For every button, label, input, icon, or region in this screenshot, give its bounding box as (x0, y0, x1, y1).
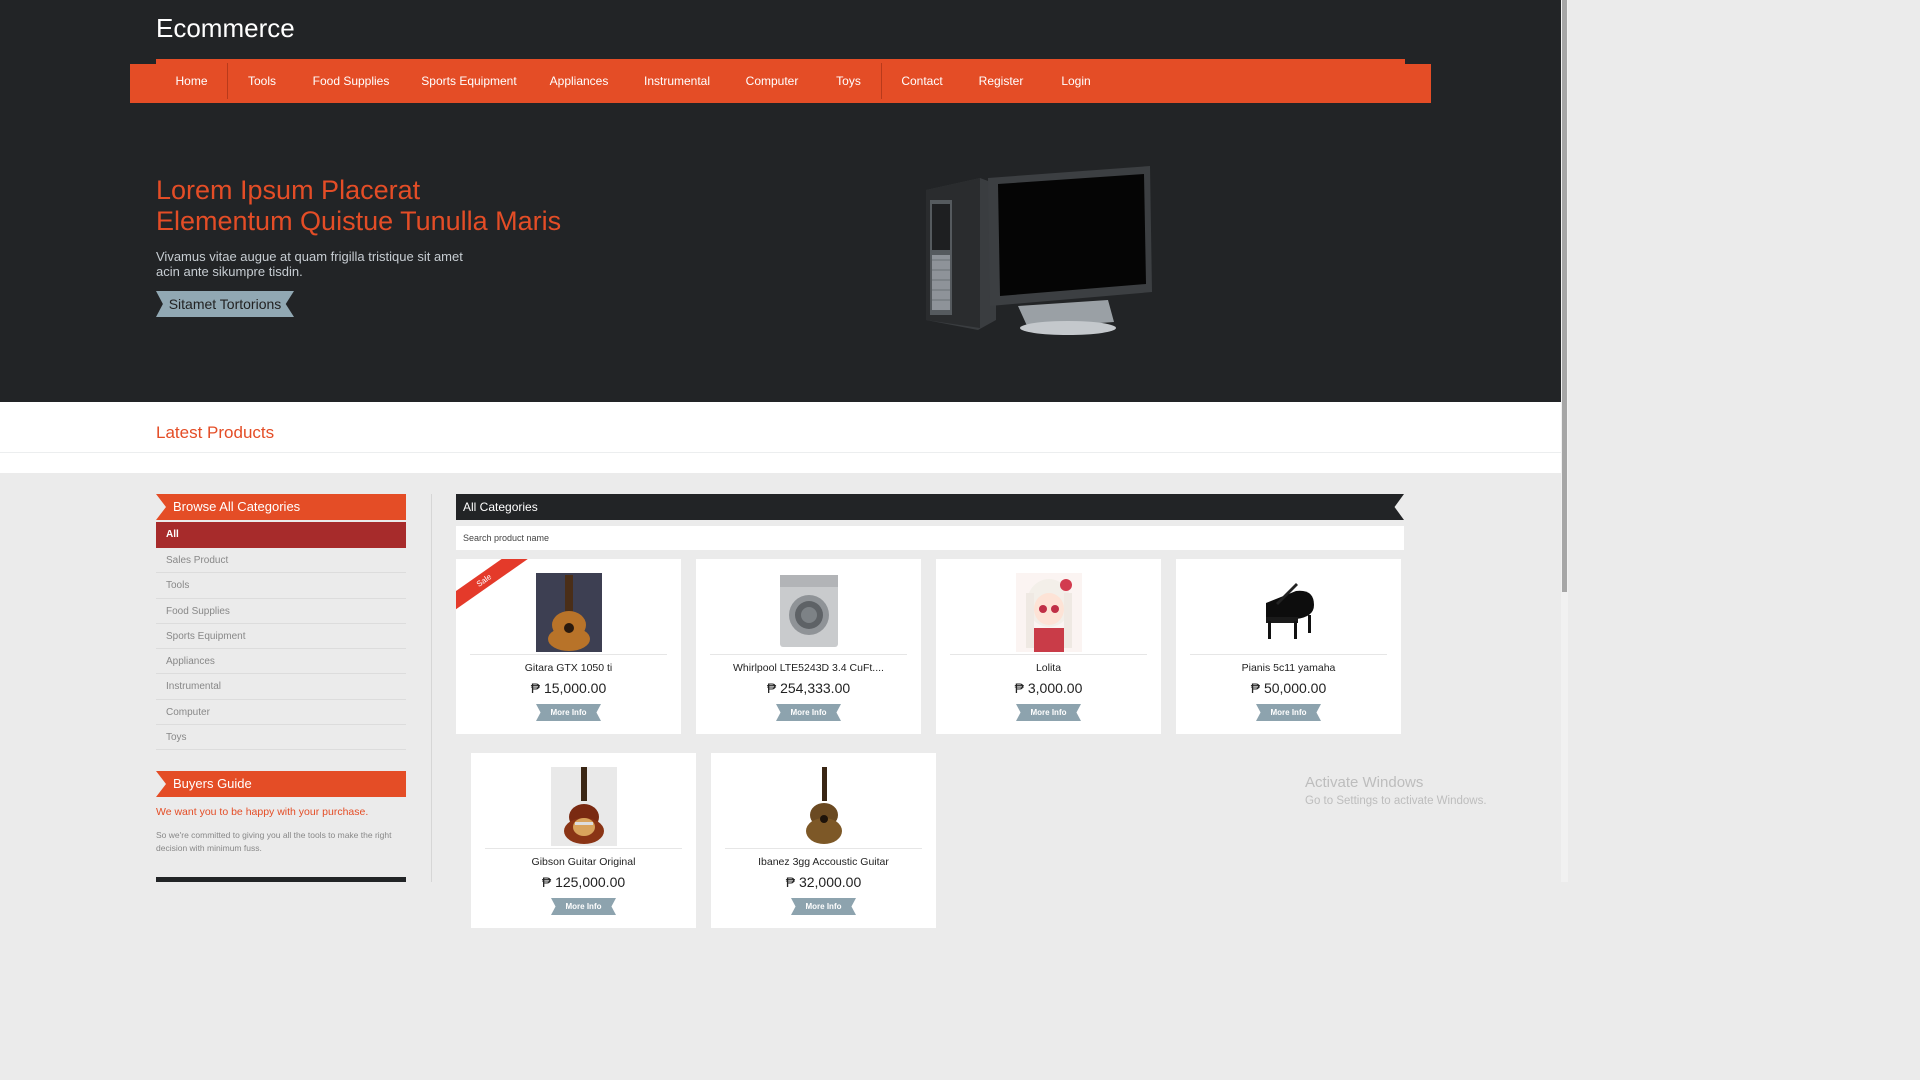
nav-login[interactable]: Login (1040, 63, 1112, 99)
nav-tab-left (130, 64, 156, 103)
nav-home[interactable]: Home (156, 63, 228, 99)
sidebar-bottom-block (156, 877, 406, 882)
more-info-button[interactable]: More Info (551, 898, 616, 915)
nav-sports-equipment[interactable]: Sports Equipment (406, 63, 532, 99)
product-name[interactable]: Gibson Guitar Original (479, 856, 688, 868)
site-logo[interactable]: Ecommerce (156, 13, 295, 44)
product-image[interactable] (1016, 573, 1082, 652)
nav-contact[interactable]: Contact (882, 63, 962, 99)
product-image[interactable] (536, 573, 602, 652)
category-item-sports-equipment[interactable]: Sports Equipment (156, 624, 406, 650)
buyers-guide-heading: Buyers Guide (156, 771, 406, 797)
watermark-line-1: Activate Windows (1305, 774, 1424, 791)
nav-computer[interactable]: Computer (728, 63, 816, 99)
product-card[interactable]: Whirlpool LTE5243D 3.4 CuFt.... ₱ 254,333… (696, 559, 921, 734)
windows-activation-watermark: Activate Windows Go to Settings to activ… (1305, 774, 1487, 807)
product-image[interactable] (791, 767, 857, 846)
more-info-button[interactable]: More Info (536, 704, 601, 721)
hero-subtitle: Vivamus vitae augue at quam frigilla tri… (156, 249, 496, 279)
nav-tools[interactable]: Tools (228, 63, 296, 99)
product-card[interactable]: Gibson Guitar Original ₱ 125,000.00 More I… (471, 753, 696, 928)
nav-appliances[interactable]: Appliances (532, 63, 626, 99)
product-name[interactable]: Whirlpool LTE5243D 3.4 CuFt.... (704, 662, 913, 674)
more-info-button[interactable]: More Info (791, 898, 856, 915)
product-price: ₱ 254,333.00 (766, 680, 851, 696)
hero-title-line-1: Lorem Ipsum Placerat (156, 175, 421, 205)
product-price: ₱ 3,000.00 (1014, 680, 1083, 696)
product-search-input[interactable] (456, 526, 1404, 550)
card-divider (950, 654, 1147, 655)
category-item-sales-product[interactable]: Sales Product (156, 548, 406, 574)
product-card[interactable]: Sale Gitara GTX 1050 ti ₱ 15,000.00 More In… (456, 559, 681, 734)
product-price: ₱ 15,000.00 (530, 680, 607, 696)
column-divider (431, 494, 432, 882)
product-name[interactable]: Pianis 5c11 yamaha (1184, 662, 1393, 674)
product-card[interactable]: Ibanez 3gg Accoustic Guitar ₱ 32,000.00 Mo… (711, 753, 936, 928)
category-item-computer[interactable]: Computer (156, 700, 406, 726)
nav-instrumental[interactable]: Instrumental (626, 63, 728, 99)
product-card[interactable]: Pianis 5c11 yamaha ₱ 50,000.00 More Info (1176, 559, 1401, 734)
category-item-toys[interactable]: Toys (156, 725, 406, 751)
product-image[interactable] (776, 573, 842, 652)
product-name[interactable]: Gitara GTX 1050 ti (464, 662, 673, 674)
more-info-button[interactable]: More Info (1256, 704, 1321, 721)
product-price: ₱ 125,000.00 (541, 874, 626, 890)
card-divider (710, 654, 907, 655)
desktop-computer-image (926, 166, 1152, 335)
latest-products-title: Latest Products (156, 423, 275, 442)
nav-toys[interactable]: Toys (816, 63, 882, 99)
category-item-food-supplies[interactable]: Food Supplies (156, 599, 406, 624)
product-card[interactable]: Lolita ₱ 3,000.00 More Info (936, 559, 1161, 734)
nav-food-supplies[interactable]: Food Supplies (296, 63, 406, 99)
product-name[interactable]: Ibanez 3gg Accoustic Guitar (719, 856, 928, 868)
sale-ribbon: Sale (456, 559, 530, 616)
product-price: ₱ 32,000.00 (785, 874, 862, 890)
hero-title-line-2: Elementum Quistue Tunulla Maris (156, 206, 562, 236)
hero-subtitle-line-1: Vivamus vitae augue at quam frigilla tri… (156, 249, 463, 264)
band-divider (0, 452, 1561, 453)
category-item-instrumental[interactable]: Instrumental (156, 674, 406, 700)
latest-products-band: Latest Products (0, 402, 1561, 473)
scrollbar-thumb[interactable] (1562, 0, 1567, 592)
category-item-tools[interactable]: Tools (156, 573, 406, 599)
card-divider (725, 848, 922, 849)
nav-register[interactable]: Register (962, 63, 1040, 99)
nav-tab-right (1405, 64, 1431, 103)
category-item-all[interactable]: All (156, 522, 406, 548)
product-image[interactable] (1256, 573, 1322, 652)
product-image[interactable] (551, 767, 617, 846)
category-item-appliances[interactable]: Appliances (156, 649, 406, 675)
product-name[interactable]: Lolita (944, 662, 1153, 674)
main-nav: Home Tools Food Supplies Sports Equipment Ap… (156, 59, 1405, 103)
hero-banner: Ecommerce Home Tools Food Supplies Sports E… (0, 0, 1561, 402)
hero-subtitle-line-2: acin ante sikumpre tisdin. (156, 264, 303, 279)
card-divider (470, 654, 667, 655)
buyers-guide-lead: We want you to be happy with your purcha… (156, 806, 369, 818)
card-divider (1190, 654, 1387, 655)
product-price: ₱ 50,000.00 (1250, 680, 1327, 696)
all-categories-heading: All Categories (456, 494, 1404, 520)
hero-cta-button[interactable]: Sitamet Tortorions (156, 291, 294, 317)
more-info-button[interactable]: More Info (1016, 704, 1081, 721)
card-divider (485, 848, 682, 849)
buyers-guide-text: So we're committed to giving you all the… (156, 830, 392, 853)
watermark-line-2: Go to Settings to activate Windows. (1305, 795, 1487, 807)
more-info-button[interactable]: More Info (776, 704, 841, 721)
category-list: All Sales Product Tools Food Supplies Sports… (156, 522, 406, 751)
hero-title: Lorem Ipsum Placerat Elementum Quistue T… (156, 175, 561, 237)
categories-heading: Browse All Categories (156, 494, 406, 520)
